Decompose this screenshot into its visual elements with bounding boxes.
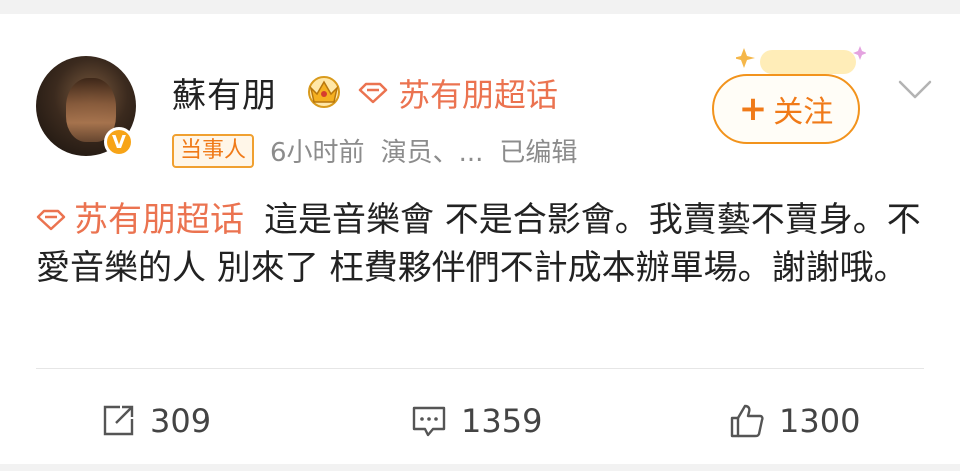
edited-label[interactable]: 已编辑 xyxy=(499,132,577,169)
content-topic-label: 苏有朋超话 xyxy=(74,200,244,240)
share-count: 309 xyxy=(150,402,212,440)
diamond-icon xyxy=(358,82,388,104)
post-time: 6小时前 xyxy=(270,138,365,168)
post-meta: 当事人 6小时前 演员、... 已编辑 xyxy=(172,132,577,169)
diamond-icon xyxy=(36,209,66,231)
post-source: 演员、... xyxy=(380,138,484,168)
plus-icon: + xyxy=(738,89,768,129)
share-icon xyxy=(103,405,134,436)
follow-button[interactable]: + 关注 xyxy=(712,74,860,144)
party-badge: 当事人 xyxy=(172,133,255,168)
share-button[interactable]: 309 xyxy=(100,398,211,444)
verified-badge-icon: V xyxy=(104,127,134,157)
weibo-post-card: V 蘇有朋 苏有朋超话 当事人 6小时前 演员、... 已编辑 + 关注 苏有朋… xyxy=(0,14,960,464)
follow-label: 关注 xyxy=(773,95,834,130)
crown-icon xyxy=(308,76,340,108)
like-count: 1300 xyxy=(779,402,861,440)
thumbs-up-icon xyxy=(730,404,764,438)
super-topic-label: 苏有朋超话 xyxy=(398,76,559,114)
comment-button[interactable]: 1359 xyxy=(411,398,542,444)
post-content: 苏有朋超话 這是音樂會 不是合影會。我賣藝不賣身。不愛音樂的人 別來了 枉費夥伴… xyxy=(36,196,926,292)
divider xyxy=(36,368,924,369)
comment-icon xyxy=(412,406,446,437)
user-name[interactable]: 蘇有朋 xyxy=(172,68,277,117)
like-button[interactable]: 1300 xyxy=(729,398,860,444)
super-topic-link[interactable]: 苏有朋超话 xyxy=(358,70,558,116)
content-topic-link[interactable]: 苏有朋超话 xyxy=(36,196,244,244)
chevron-down-icon[interactable] xyxy=(897,78,933,102)
comment-count: 1359 xyxy=(461,402,543,440)
